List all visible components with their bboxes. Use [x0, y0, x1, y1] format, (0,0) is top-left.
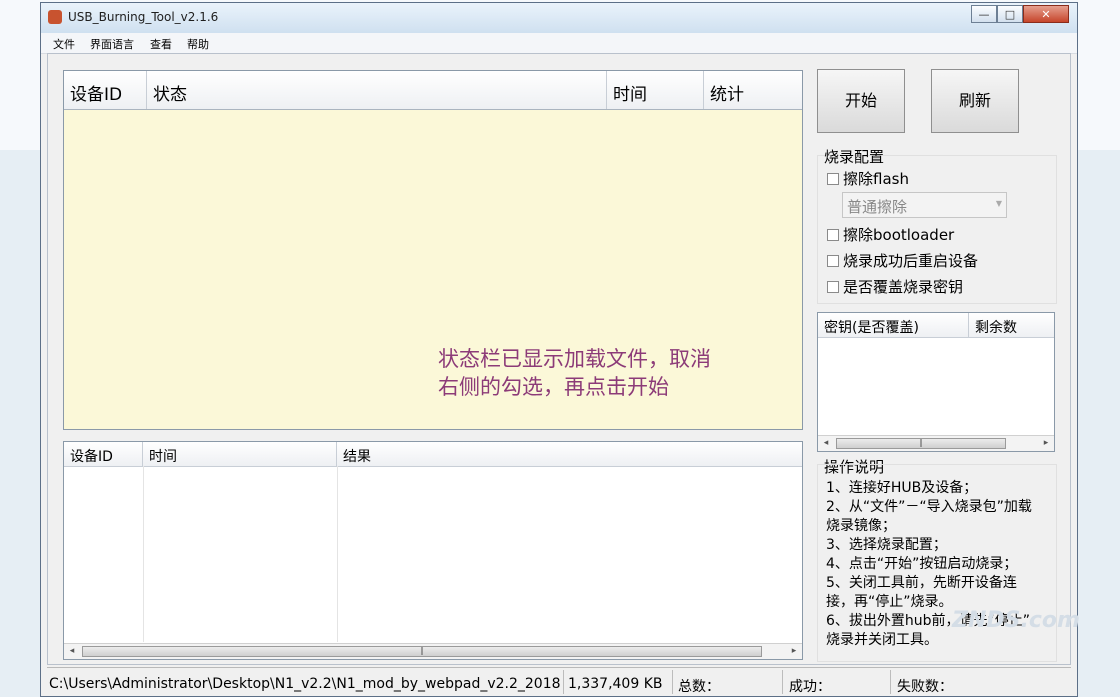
title-bar: USB_Burning_Tool_v2.1.6 — □ ✕ [41, 3, 1077, 33]
scroll-thumb[interactable]: ‖ [82, 646, 762, 657]
chevron-down-icon: ▼ [995, 199, 1002, 208]
scroll-right-icon[interactable]: ▸ [1038, 436, 1054, 451]
maximize-icon[interactable]: □ [997, 5, 1023, 23]
overwrite-key-checkbox[interactable]: 是否覆盖烧录密钥 [827, 276, 963, 297]
refresh-button[interactable]: 刷新 [931, 69, 1019, 133]
checkbox-icon[interactable] [827, 280, 839, 293]
result-list[interactable]: 设备ID 时间 结果 ◂ ‖ ▸ [63, 441, 803, 660]
status-fail: 失败数： [897, 679, 953, 695]
menu-help[interactable]: 帮助 [187, 36, 209, 52]
status-divider [563, 670, 564, 694]
burn-config-title: 烧录配置 [824, 148, 885, 166]
menu-file[interactable]: 文件 [53, 36, 75, 52]
status-file-path: C:\Users\Administrator\Desktop\N1_v2.2\N… [49, 676, 561, 692]
main-panel: 设备ID 状态 时间 统计 状态栏已显示加载文件，取消右侧的勾选，再点击开始 设… [47, 53, 1071, 665]
device-list[interactable]: 设备ID 状态 时间 统计 状态栏已显示加载文件，取消右侧的勾选，再点击开始 [63, 70, 803, 430]
col-device-id[interactable]: 设备ID [64, 71, 147, 109]
minimize-icon[interactable]: — [971, 5, 997, 23]
window-title: USB_Burning_Tool_v2.1.6 [68, 10, 219, 24]
menu-view[interactable]: 查看 [150, 36, 172, 52]
status-divider [672, 670, 673, 694]
key-horizontal-scrollbar[interactable]: ◂ ‖ ▸ [818, 435, 1054, 451]
col-remaining[interactable]: 剩余数 [969, 313, 1054, 337]
col-result[interactable]: 结果 [337, 442, 802, 466]
status-total: 总数： [678, 679, 720, 695]
erase-bootloader-checkbox[interactable]: 擦除bootloader [827, 224, 954, 245]
key-list-header: 密钥(是否覆盖) 剩余数 [818, 313, 1054, 338]
scroll-left-icon[interactable]: ◂ [64, 644, 80, 659]
col-result-device-id[interactable]: 设备ID [64, 442, 143, 466]
app-icon [48, 10, 62, 24]
device-list-header: 设备ID 状态 时间 统计 [64, 71, 802, 110]
column-divider [143, 466, 144, 642]
col-result-time[interactable]: 时间 [143, 442, 337, 466]
reboot-checkbox[interactable]: 烧录成功后重启设备 [827, 250, 978, 271]
column-divider [337, 466, 338, 642]
status-bar: C:\Users\Administrator\Desktop\N1_v2.2\N… [47, 667, 1071, 696]
checkbox-icon[interactable] [827, 172, 839, 185]
close-icon[interactable]: ✕ [1023, 5, 1069, 23]
annotation-text: 状态栏已显示加载文件，取消右侧的勾选，再点击开始 [438, 347, 711, 399]
checkbox-icon[interactable] [827, 254, 839, 267]
col-time[interactable]: 时间 [607, 71, 704, 109]
erase-mode-select[interactable]: 普通擦除 ▼ [842, 192, 1007, 218]
col-status[interactable]: 状态 [147, 71, 607, 109]
menu-bar: 文件 界面语言 查看 帮助 [41, 33, 1077, 54]
app-window: USB_Burning_Tool_v2.1.6 — □ ✕ 文件 界面语言 查看… [40, 2, 1078, 697]
status-file-size: 1,337,409 KB [568, 676, 663, 692]
col-key[interactable]: 密钥(是否覆盖) [818, 313, 969, 337]
result-horizontal-scrollbar[interactable]: ◂ ‖ ▸ [64, 643, 802, 659]
status-success: 成功： [789, 679, 831, 695]
key-list[interactable]: 密钥(是否覆盖) 剩余数 ◂ ‖ ▸ [817, 312, 1055, 452]
scroll-left-icon[interactable]: ◂ [818, 436, 834, 451]
start-button[interactable]: 开始 [817, 69, 905, 133]
status-divider [890, 670, 891, 694]
checkbox-icon[interactable] [827, 228, 839, 241]
scroll-right-icon[interactable]: ▸ [786, 644, 802, 659]
scroll-thumb[interactable]: ‖ [836, 438, 1006, 449]
erase-flash-checkbox[interactable]: 擦除flash [827, 168, 909, 189]
result-list-header: 设备ID 时间 结果 [64, 442, 802, 467]
col-stats[interactable]: 统计 [704, 71, 802, 109]
watermark-logo: ZNDS.com [952, 608, 1080, 633]
menu-language[interactable]: 界面语言 [90, 36, 134, 52]
status-divider [782, 670, 783, 694]
